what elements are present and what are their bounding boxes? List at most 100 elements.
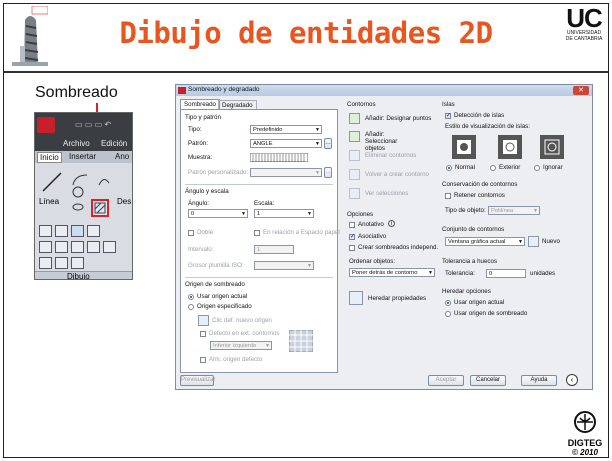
conjunto-select[interactable]: Ventana gráfica actual ▼ [445,237,525,246]
group-conservacion: Conservación de contornos [442,181,518,188]
patron-pers-browse-button[interactable]: … [324,167,332,178]
panel-label: Dibujo [67,272,90,280]
preview-button[interactable]: Previsualizar [180,375,215,386]
relacion-checkbox[interactable] [254,230,260,236]
construction-line-icon[interactable] [71,225,84,237]
menu-archivo[interactable]: Archivo [63,139,90,148]
escala-select[interactable]: 1 ▼ [254,209,314,218]
remove-boundaries-icon[interactable] [349,150,360,161]
add-puntos-label[interactable]: Añadir: Designar puntos [365,115,431,122]
help-button[interactable]: Ayuda [521,375,557,386]
ellipse-icon[interactable] [71,202,85,212]
asociativo-checkbox[interactable]: ✓ [349,234,355,240]
chevron-down-icon: ▼ [315,170,320,176]
collapse-icon[interactable]: ‹ [566,374,578,386]
app-menu-icon[interactable] [37,117,55,133]
ray-icon[interactable] [87,225,100,237]
slide-title: Dibujo de entidades 2D [119,16,493,50]
table-icon[interactable] [71,241,84,253]
origen-esp-label: Origen especificado [197,303,252,310]
angulo-select[interactable]: 0 ▼ [188,209,248,218]
add-objects-icon[interactable] [349,131,360,142]
group-opciones: Opciones [347,211,374,218]
origen-esp-radio[interactable] [188,304,194,310]
view-selections-icon[interactable] [349,188,360,199]
info-icon[interactable]: i [388,220,395,227]
inferior-izq-select[interactable]: Inferior izquierdo ▼ [210,341,272,350]
tipo-objeto-value: Polilínea [491,208,514,214]
exterior-radio[interactable] [490,165,496,171]
ignorar-radio[interactable] [534,165,540,171]
boundary-icon[interactable] [103,241,116,253]
island-ignore-icon[interactable] [540,135,564,159]
region-icon[interactable] [55,241,68,253]
close-button[interactable]: ✕ [573,86,589,95]
ribbon-panel-footer: Dibujo [35,271,132,280]
ordenar-select[interactable]: Poner detrás de contorno ▼ [349,268,435,277]
ver-sel-label[interactable]: Ver selecciones [365,190,408,197]
nuevo-label[interactable]: Nuevo [542,238,560,245]
wipeout-icon[interactable] [39,257,52,269]
polyline-icon[interactable] [39,225,52,237]
island-normal-icon[interactable] [452,135,476,159]
menu-edicion[interactable]: Edición [101,139,127,148]
rectangle-icon[interactable] [39,241,52,253]
tipo-objeto-select[interactable]: Polilínea ▼ [488,206,540,215]
tab-insertar[interactable]: Insertar [69,152,96,161]
tolerancia-input[interactable]: 0 [486,269,526,278]
crear-indep-checkbox[interactable] [349,245,355,251]
gradient-icon[interactable] [87,241,100,253]
tab-sombreado[interactable]: Sombreado [180,99,220,109]
group-origen: Origen de sombreado [185,281,245,288]
digteg-logo: DIGTEG © 2010 [562,410,608,457]
her-origen-radio[interactable] [445,311,451,317]
des-label: Des [117,197,132,206]
estilo-vis-label: Estilo de visualización de islas: [445,123,530,130]
hatch-dialog: Sombreado y degradado ✕ Sombreado Degrad… [175,84,593,390]
new-boundary-set-icon[interactable] [528,236,539,247]
quick-access-icons[interactable]: ▭ ▭ ▭ ↶ [75,120,125,130]
dialog-title: Sombreado y degradado [188,86,260,93]
intervalo-input[interactable]: 1 [254,245,294,254]
heredar-prop-label[interactable]: Heredar propiedades [368,295,426,302]
revcloud-icon[interactable] [55,257,68,269]
recreate-boundary-icon[interactable] [349,169,360,180]
normal-radio[interactable] [446,165,452,171]
retener-label: Retener contornos [454,192,505,199]
eliminar-label[interactable]: Eliminar contornos [365,152,416,159]
her-usar-radio[interactable] [445,300,451,306]
inherit-properties-icon[interactable] [349,291,363,305]
ok-button[interactable]: Aceptar [428,375,464,386]
alm-origen-checkbox[interactable] [200,357,206,363]
polygon-icon[interactable] [55,225,68,237]
patron-browse-button[interactable]: … [324,138,332,149]
tab-inicio[interactable]: Inicio [37,152,62,163]
patron-pers-label: Patrón personalizado: [188,169,249,176]
cancel-button[interactable]: Cancelar [470,375,506,386]
patron-pers-select[interactable]: ▼ [250,168,322,177]
chevron-down-icon: ▼ [428,270,433,276]
doble-checkbox[interactable] [188,230,194,236]
patron-select[interactable]: ANGLE ▼ [250,139,322,148]
defecto-ext-checkbox[interactable] [200,331,206,337]
intervalo-value: 1 [257,247,261,253]
deteccion-checkbox[interactable]: ✓ [445,113,451,119]
anotativo-checkbox[interactable] [349,222,355,228]
retener-checkbox[interactable] [445,193,451,199]
spline-icon[interactable] [97,175,111,187]
grosor-select[interactable]: ▼ [254,261,314,270]
pattern-swatch[interactable] [250,153,308,162]
circle-icon[interactable] [71,185,85,199]
volver-label[interactable]: Volver a crear contorno [365,171,429,178]
add-objetos-label[interactable]: Añadir: Seleccionar objetos [365,131,417,152]
tab-ano[interactable]: Ano [115,152,129,161]
tipo-select[interactable]: Predefinido ▼ [250,125,322,134]
chevron-down-icon: ▼ [315,127,320,133]
island-outer-icon[interactable] [498,135,522,159]
pick-origin-icon[interactable] [198,315,209,326]
usar-origen-radio[interactable] [188,294,194,300]
add-points-icon[interactable] [349,113,360,124]
donut-icon[interactable] [71,257,84,269]
hatch-tool-highlight[interactable] [91,199,109,217]
line-tool-icon[interactable] [41,171,63,193]
